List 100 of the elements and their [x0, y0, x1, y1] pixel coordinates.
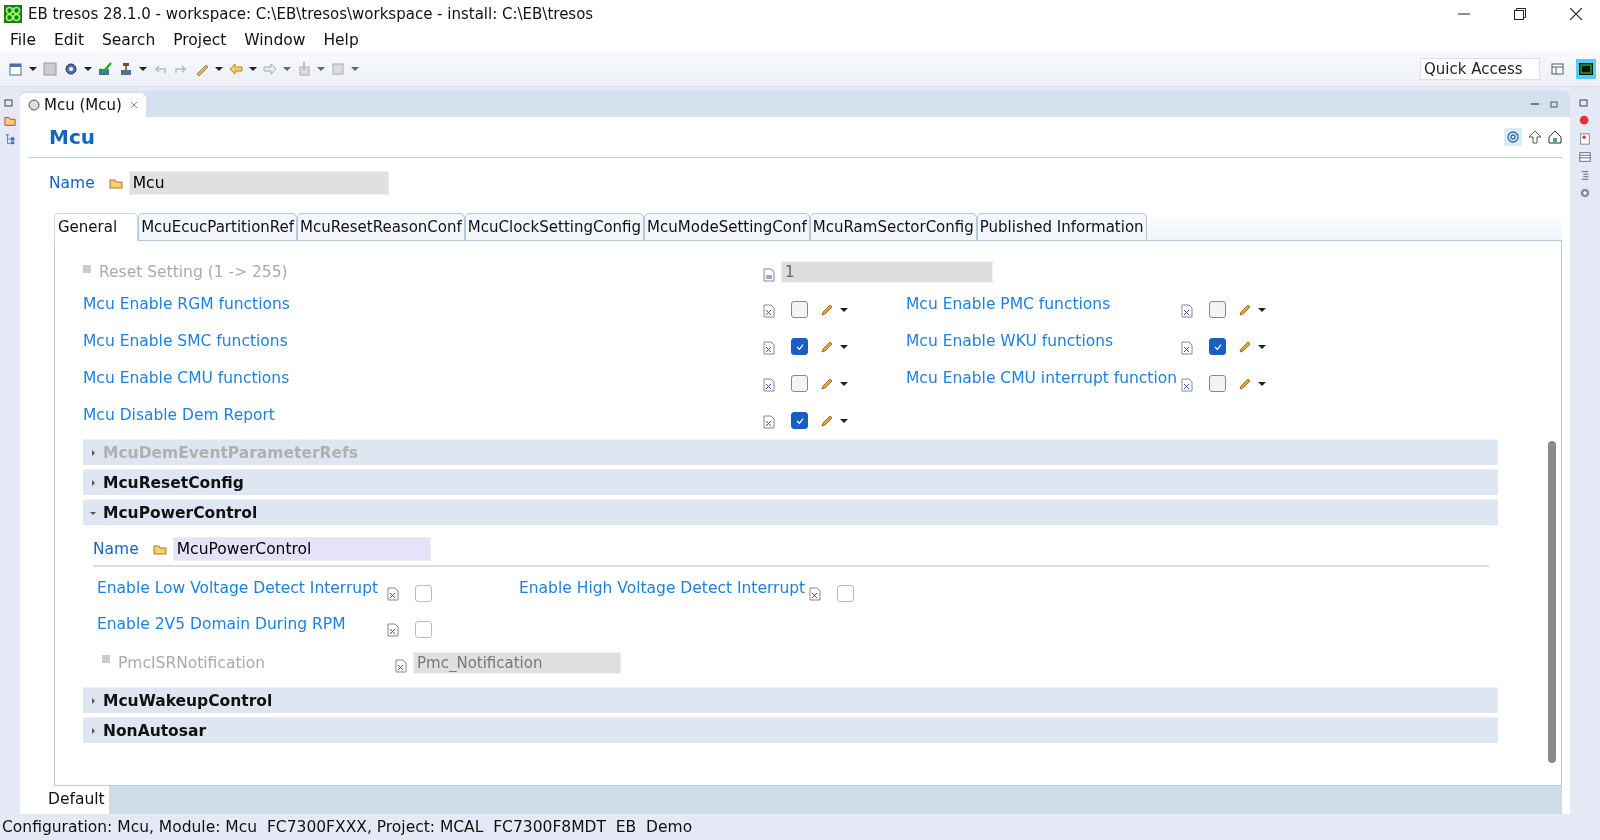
tab[interactable]: Published Information [976, 213, 1147, 240]
pencil-icon[interactable] [1238, 302, 1252, 317]
caret-icon[interactable] [215, 65, 223, 73]
document-icon [395, 659, 407, 673]
caret-icon[interactable] [840, 416, 848, 425]
checkbox[interactable] [791, 412, 808, 429]
option-label: Enable Low Voltage Detect Interrupt [97, 579, 380, 597]
home-icon[interactable] [1548, 130, 1562, 144]
folder-icon [108, 176, 123, 190]
reset-setting-field[interactable]: 1 [781, 261, 993, 283]
bottom-tab[interactable]: Default [44, 786, 109, 814]
close-icon[interactable] [1570, 8, 1582, 20]
section-header[interactable]: McuWakeupControl [83, 687, 1498, 713]
bullet-icon [83, 265, 91, 273]
scroll-thumb[interactable] [1548, 441, 1556, 763]
folder-icon[interactable] [4, 115, 16, 127]
up-arrow-icon[interactable] [1528, 130, 1542, 144]
module-icon [28, 99, 40, 111]
name-field[interactable]: McuPowerControl [172, 537, 431, 561]
option-label: Mcu Enable SMC functions [83, 332, 289, 350]
field-label: PmcISRNotification [118, 654, 267, 672]
restore-icon[interactable] [1514, 8, 1526, 20]
checkbox[interactable] [1209, 301, 1226, 318]
option-label: Mcu Enable RGM functions [83, 295, 291, 313]
field-label: Reset Setting (1 -> 255) [99, 263, 289, 281]
tree-icon[interactable] [4, 133, 16, 145]
pencil-icon[interactable] [820, 302, 834, 317]
back-arrow-icon[interactable] [228, 61, 244, 77]
section-header[interactable]: McuPowerControl [83, 499, 1498, 525]
section-header[interactable]: McuResetConfig [83, 469, 1498, 495]
at-sign-icon[interactable] [1504, 128, 1522, 146]
name-field[interactable]: Mcu [128, 171, 389, 195]
expander-icon [89, 448, 97, 457]
menu-item[interactable]: File [0, 31, 44, 49]
outline-icon[interactable] [1579, 169, 1591, 181]
checkbox[interactable] [791, 301, 808, 318]
caret-icon[interactable] [249, 65, 257, 73]
folder-icon [152, 542, 167, 556]
menu-item[interactable]: Edit [43, 31, 92, 49]
tab[interactable]: McuModeSettingConf [644, 213, 810, 240]
option-label: Enable 2V5 Domain During RPM [97, 615, 347, 633]
hammer-icon[interactable] [118, 61, 134, 77]
caret-icon[interactable] [840, 305, 848, 314]
window-title: EB tresos 28.1.0 - workspace: C:\EB\tresos\workspace - install: C:\EB\tresos [28, 5, 594, 23]
checkbox[interactable] [415, 584, 432, 602]
maximize-icon[interactable] [1550, 99, 1560, 109]
option-label: Mcu Enable CMU functions [83, 369, 291, 387]
pencil-icon[interactable] [820, 376, 834, 391]
tab[interactable]: McuClockSettingConfig [464, 213, 645, 240]
caret-icon[interactable] [1258, 342, 1266, 351]
forward-arrow-icon[interactable] [262, 61, 278, 77]
checkbox[interactable] [415, 620, 432, 638]
document-icon [763, 340, 775, 355]
menu-item[interactable]: Project [163, 31, 235, 49]
caret-icon[interactable] [840, 342, 848, 351]
name-label: Name [49, 174, 95, 192]
caret-icon[interactable] [84, 65, 92, 73]
expander-icon [89, 726, 97, 735]
new-icon[interactable] [8, 61, 24, 77]
caret-icon[interactable] [840, 379, 848, 388]
checkbox[interactable] [791, 375, 808, 392]
pencil-icon[interactable] [1238, 339, 1252, 354]
caret-icon[interactable] [1258, 379, 1266, 388]
quick-access-field[interactable]: Quick Access [1420, 58, 1540, 80]
expander-icon [89, 696, 97, 705]
caret-icon[interactable] [29, 65, 37, 73]
menu-item[interactable]: Search [91, 31, 164, 49]
pencil-icon[interactable] [1238, 376, 1252, 391]
tab[interactable]: McuRamSectorConfig [809, 213, 977, 240]
page-heading: Mcu [48, 125, 95, 149]
tab[interactable]: General [54, 213, 139, 241]
error-icon[interactable] [1579, 115, 1591, 127]
table-icon[interactable] [1579, 151, 1591, 163]
checkbox[interactable] [837, 584, 854, 602]
document-icon [809, 587, 821, 601]
document-icon [763, 268, 775, 282]
document-icon [763, 414, 775, 429]
expander-icon [89, 478, 97, 487]
checkbox[interactable] [791, 338, 808, 355]
section-header[interactable]: NonAutosar [83, 717, 1498, 743]
option-label: Enable High Voltage Detect Interrupt [519, 579, 807, 597]
menu-item[interactable]: Window [234, 31, 314, 49]
pencil-icon[interactable] [820, 339, 834, 354]
menu-item[interactable]: Help [313, 31, 367, 49]
caret-icon[interactable] [1258, 305, 1266, 314]
ecu-icon[interactable] [1576, 59, 1596, 79]
document-icon [1181, 377, 1193, 392]
pencil-icon[interactable] [820, 413, 834, 428]
caret-icon[interactable] [139, 65, 147, 73]
bullet-icon [102, 655, 110, 663]
check-icon[interactable] [97, 61, 113, 77]
document-icon [763, 303, 775, 318]
tab[interactable]: McuEcucPartitionRef [138, 213, 298, 240]
editor-tab[interactable]: Mcu (Mcu) [20, 93, 146, 117]
document-icon [1181, 303, 1193, 318]
perspective-icon[interactable] [1550, 61, 1566, 77]
checkbox[interactable] [1209, 375, 1226, 392]
tab[interactable]: McuResetReasonConf [297, 213, 465, 240]
checkbox[interactable] [1209, 338, 1226, 355]
report-icon[interactable] [1579, 133, 1591, 145]
